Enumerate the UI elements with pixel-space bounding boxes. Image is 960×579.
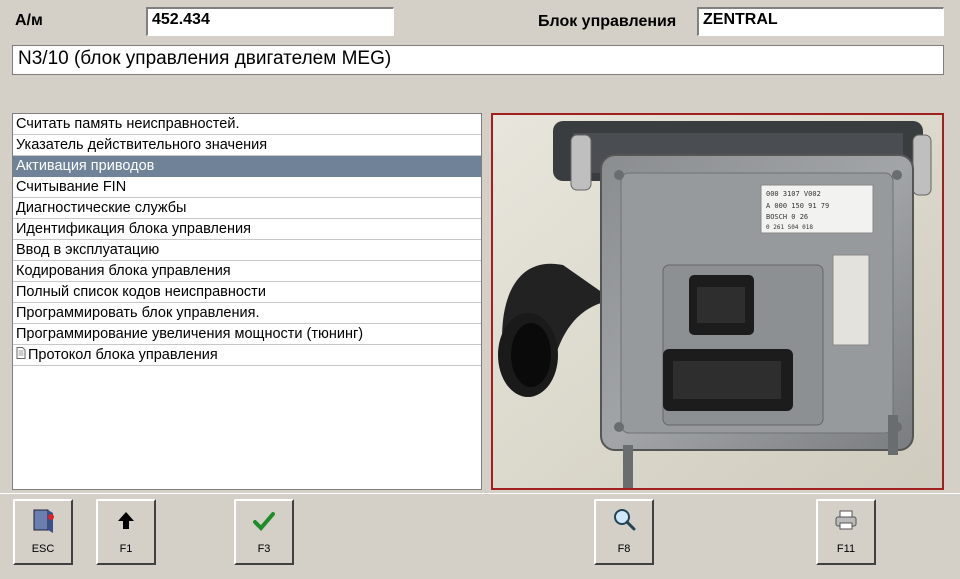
esc-label: ESC xyxy=(31,543,55,555)
document-icon xyxy=(16,345,26,365)
list-item-programming[interactable]: Программировать блок управления. xyxy=(13,303,481,324)
vehicle-field[interactable]: 452.434 xyxy=(146,7,394,36)
list-item-commissioning[interactable]: Ввод в эксплуатацию xyxy=(13,240,481,261)
f1-button[interactable]: F1 xyxy=(96,499,156,565)
label-line-1: 000 3107 V002 xyxy=(766,190,821,198)
list-item-protocol[interactable]: Протокол блока управления xyxy=(13,345,481,366)
f3-button[interactable]: F3 xyxy=(234,499,294,565)
list-item-tuning[interactable]: Программирование увеличения мощности (тю… xyxy=(13,324,481,345)
function-list: Считать память неисправностей. Указатель… xyxy=(12,113,482,490)
f8-label: F8 xyxy=(617,543,631,555)
label-line-4: 0 261 S04 018 xyxy=(766,224,813,231)
f11-label: F11 xyxy=(836,543,856,555)
control-unit-label: Блок управления xyxy=(538,13,677,30)
list-item-diagnostic-services[interactable]: Диагностические службы xyxy=(13,198,481,219)
f11-button[interactable]: F11 xyxy=(816,499,876,565)
checkmark-icon xyxy=(236,507,292,543)
arrow-up-icon xyxy=(98,507,154,543)
label-line-3: BOSCH 0 26 xyxy=(766,213,808,221)
exit-door-icon xyxy=(15,507,71,543)
f8-button[interactable]: F8 xyxy=(594,499,654,565)
vehicle-label: А/м xyxy=(15,12,43,29)
printer-icon xyxy=(818,507,874,543)
list-item-actual-values[interactable]: Указатель действительного значения xyxy=(13,135,481,156)
protocol-label: Протокол блока управления xyxy=(28,347,218,363)
f3-label: F3 xyxy=(257,543,271,555)
esc-button[interactable]: ESC xyxy=(13,499,73,565)
label-line-2: A 000 150 91 79 xyxy=(766,202,829,210)
control-unit-field[interactable]: ZENTRAL xyxy=(697,7,944,36)
function-key-bar: ESC F1 F3 F8 F11 xyxy=(0,493,960,579)
list-item-read-fin[interactable]: Считывание FIN xyxy=(13,177,481,198)
f1-label: F1 xyxy=(119,543,133,555)
magnifier-icon xyxy=(596,507,652,543)
ecu-photo: 000 3107 V002 A 000 150 91 79 BOSCH 0 26… xyxy=(491,113,944,490)
ecu-description: N3/10 (блок управления двигателем MEG) xyxy=(12,45,944,75)
list-item-actuator-activation[interactable]: Активация приводов xyxy=(13,156,481,177)
list-item-coding[interactable]: Кодирования блока управления xyxy=(13,261,481,282)
list-item-read-faults[interactable]: Считать память неисправностей. xyxy=(13,114,481,135)
list-item-identification[interactable]: Идентификация блока управления xyxy=(13,219,481,240)
list-item-full-fault-codes[interactable]: Полный список кодов неисправности xyxy=(13,282,481,303)
